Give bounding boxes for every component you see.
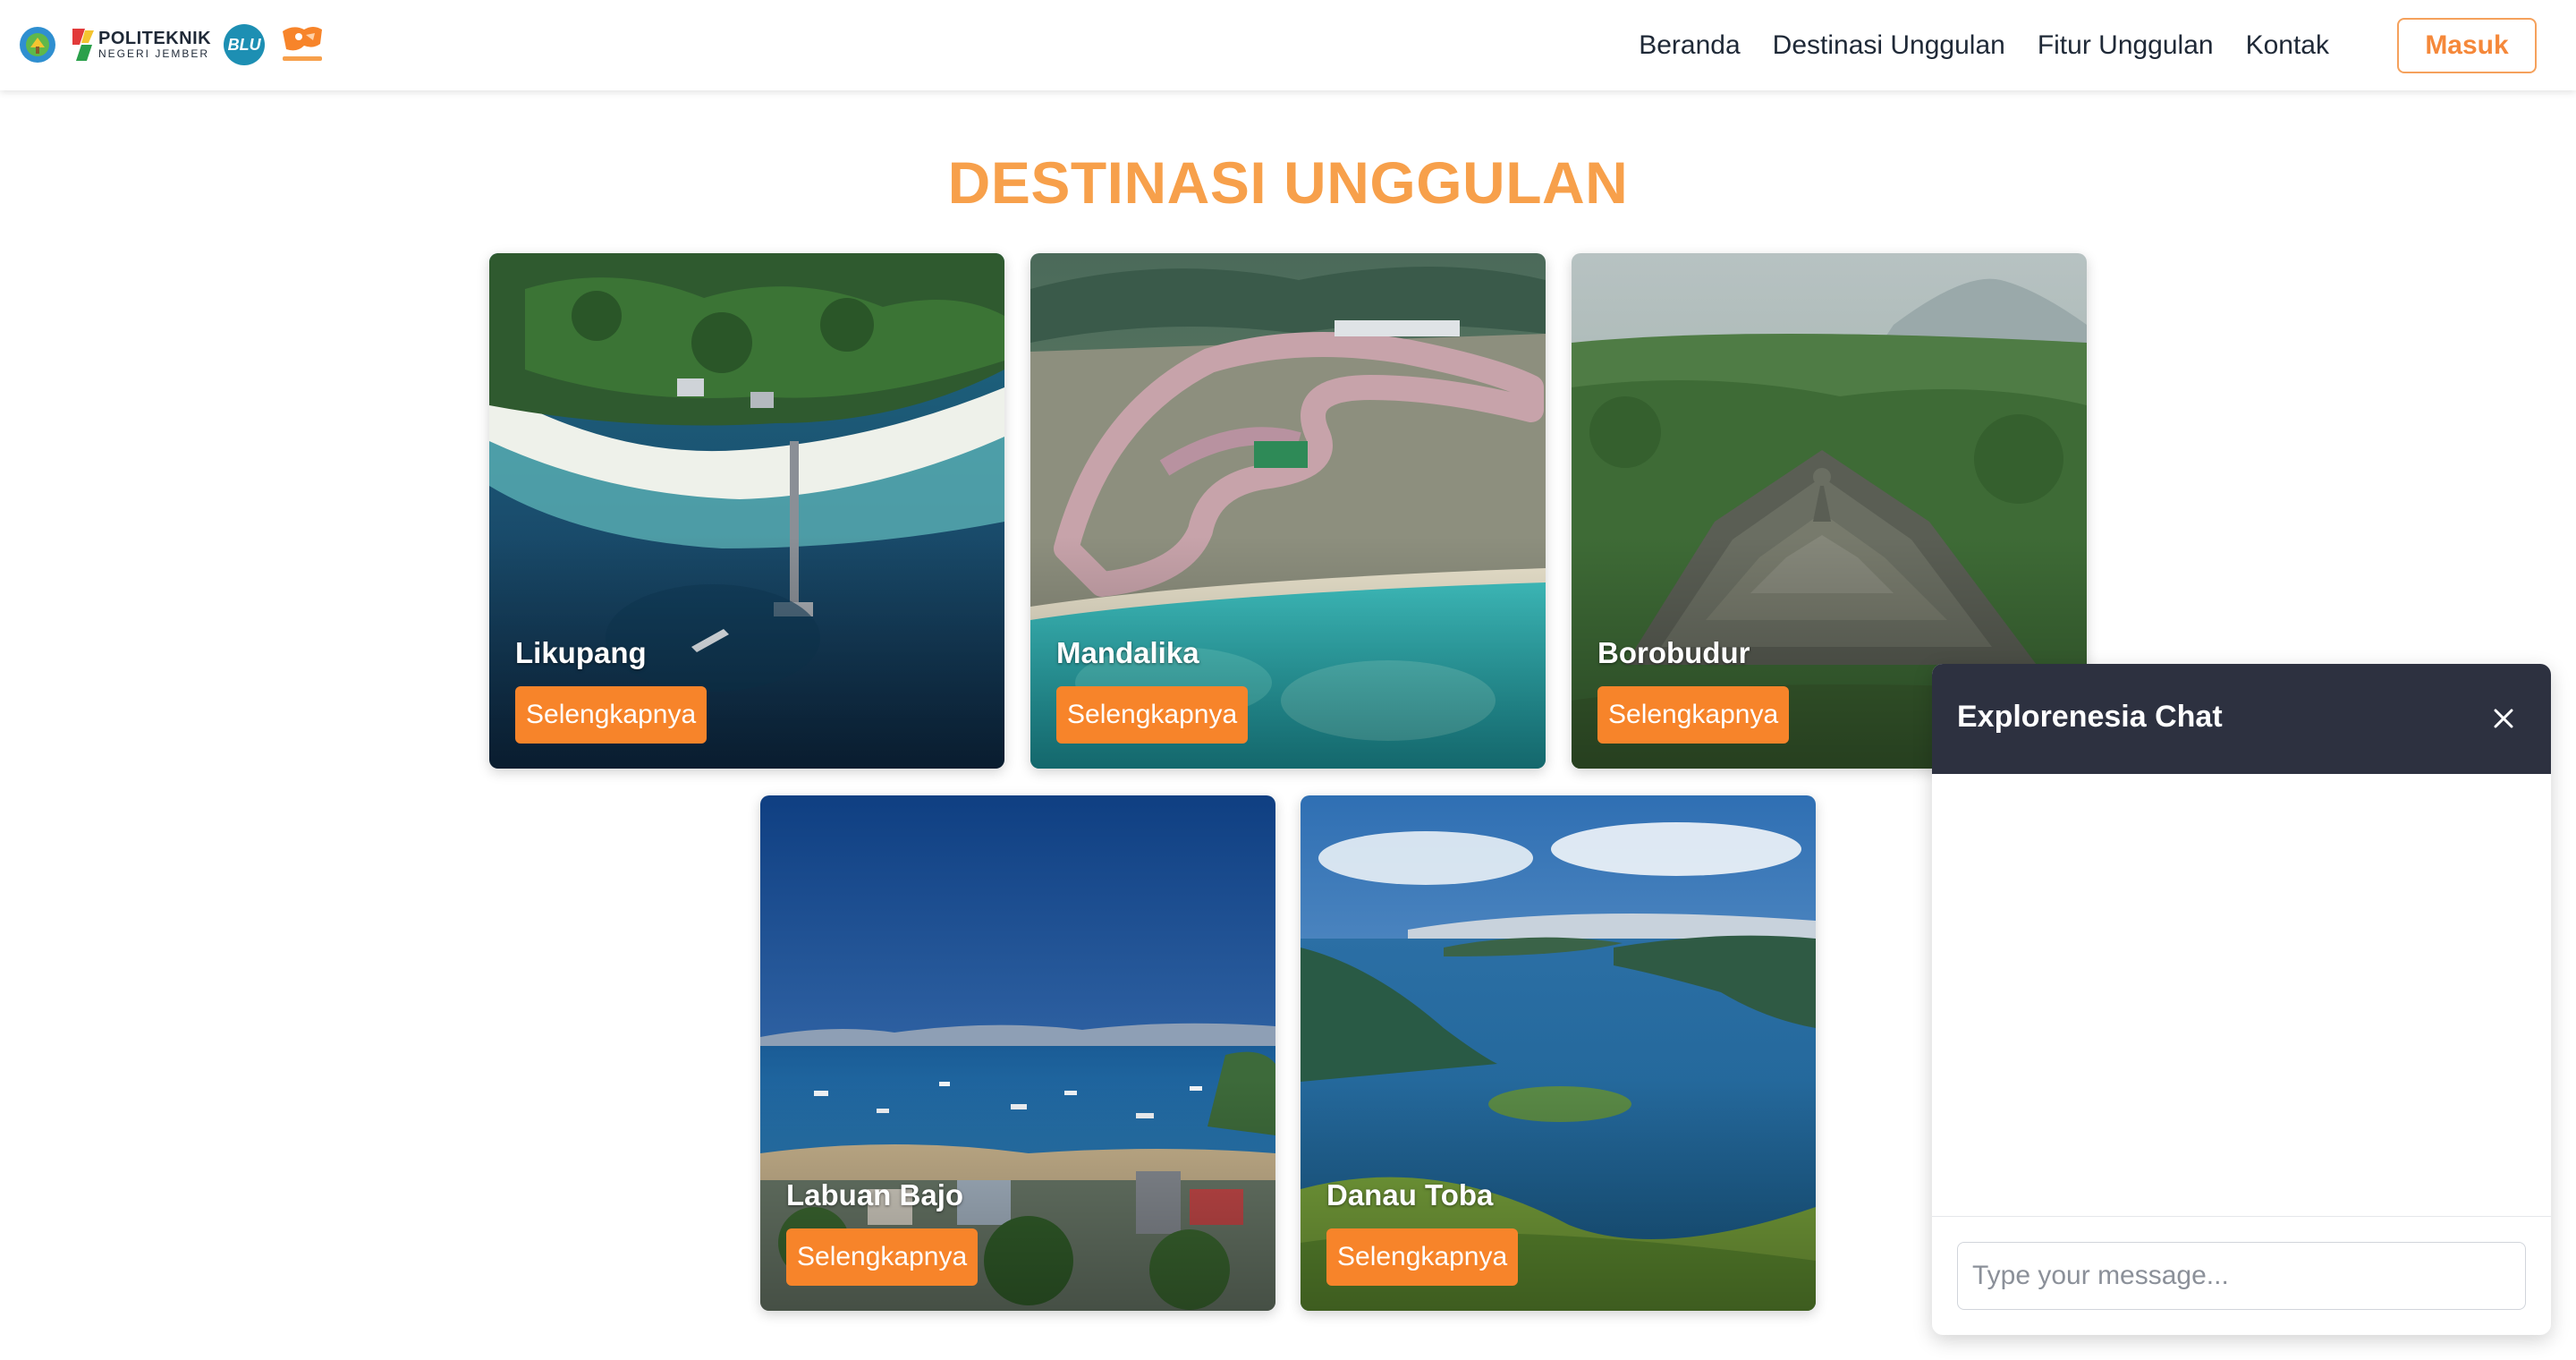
selengkapnya-button-borobudur[interactable]: Selengkapnya [1597, 686, 1790, 744]
destination-title-labuan-bajo: Labuan Bajo [786, 1178, 964, 1211]
destination-title-mandalika: Mandalika [1056, 636, 1199, 669]
chat-widget: Explorenesia Chat [1932, 664, 2551, 1335]
destination-title-borobudur: Borobudur [1597, 636, 1750, 669]
destination-title-likupang: Likupang [515, 636, 647, 669]
blu-logo: BLU [224, 24, 266, 65]
destination-card-labuan-bajo[interactable]: Labuan Bajo Selengkapnya [760, 795, 1275, 1311]
selengkapnya-button-labuan-bajo[interactable]: Selengkapnya [786, 1228, 979, 1286]
chat-message-input[interactable] [1957, 1242, 2526, 1310]
selengkapnya-button-danau-toba[interactable]: Selengkapnya [1326, 1228, 1519, 1286]
chat-footer [1932, 1216, 2551, 1335]
close-icon[interactable] [2488, 703, 2519, 734]
destination-card-mandalika[interactable]: Mandalika Selengkapnya [1030, 253, 1546, 769]
explorenesia-logo [277, 22, 327, 67]
nav-link-kontak[interactable]: Kontak [2246, 30, 2329, 61]
poltek-logo-line2: NEGERI JEMBER [98, 47, 210, 60]
campus-emblem-logo [63, 25, 94, 64]
poltek-logo-text: POLITEKNIK NEGERI JEMBER [98, 30, 211, 60]
government-emblem-logo [18, 25, 57, 64]
destination-card-likupang[interactable]: Likupang Selengkapnya [489, 253, 1004, 769]
selengkapnya-button-mandalika[interactable]: Selengkapnya [1056, 686, 1249, 744]
main-nav: Beranda Destinasi Unggulan Fitur Unggula… [1639, 0, 2576, 90]
destination-title-danau-toba: Danau Toba [1326, 1178, 1494, 1211]
poltek-logo-line1: POLITEKNIK [98, 29, 212, 48]
login-button[interactable]: Masuk [2397, 17, 2537, 73]
chat-messages [1932, 774, 2551, 985]
nav-link-beranda[interactable]: Beranda [1639, 30, 1740, 61]
section-title: DESTINASI UNGGULAN [947, 149, 1629, 216]
navbar: POLITEKNIK NEGERI JEMBER BLU Beranda Des… [0, 0, 2576, 90]
logo-group[interactable]: POLITEKNIK NEGERI JEMBER BLU [18, 20, 327, 70]
destination-card-danau-toba[interactable]: Danau Toba Selengkapnya [1301, 795, 1816, 1311]
chat-title: Explorenesia Chat [1957, 700, 2223, 734]
nav-link-fitur-unggulan[interactable]: Fitur Unggulan [2038, 30, 2214, 61]
selengkapnya-button-likupang[interactable]: Selengkapnya [515, 686, 708, 744]
nav-link-destinasi-unggulan[interactable]: Destinasi Unggulan [1773, 30, 2005, 61]
chat-header: Explorenesia Chat [1932, 664, 2551, 774]
